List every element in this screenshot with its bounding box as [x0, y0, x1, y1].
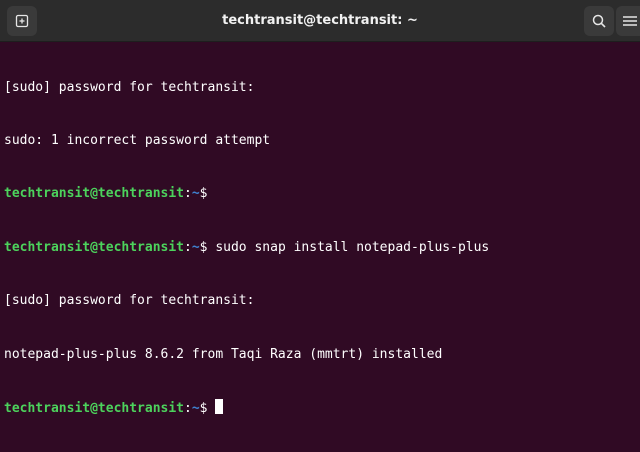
title-bar: techtransit@techtransit: ~ — [0, 0, 640, 42]
prompt-symbol: $ — [199, 400, 208, 416]
prompt-symbol: $ — [199, 239, 208, 255]
prompt-line: techtransit@techtransit:~$ — [4, 185, 640, 203]
prompt-path: ~ — [191, 239, 200, 255]
prompt-user-host: techtransit@techtransit — [4, 400, 185, 416]
output-line: [sudo] password for techtransit: — [4, 293, 255, 309]
search-icon — [592, 14, 606, 28]
output-line: [sudo] password for techtransit: — [4, 79, 255, 95]
prompt-symbol: $ — [199, 186, 208, 202]
prompt-path: ~ — [191, 400, 200, 416]
prompt-user-host: techtransit@techtransit — [4, 239, 185, 255]
prompt-separator: : — [184, 239, 192, 255]
prompt-line: techtransit@techtransit:~$ — [4, 398, 640, 417]
prompt-line: techtransit@techtransit:~$ sudo snap ins… — [4, 239, 640, 257]
menu-button[interactable] — [616, 6, 640, 36]
search-button[interactable] — [584, 6, 614, 36]
prompt-path: ~ — [191, 186, 200, 202]
window-title: techtransit@techtransit: ~ — [222, 13, 418, 28]
text-cursor — [215, 398, 224, 414]
prompt-separator: : — [184, 400, 192, 416]
output-line: notepad-plus-plus 8.6.2 from Taqi Raza (… — [4, 346, 443, 362]
output-line: sudo: 1 incorrect password attempt — [4, 132, 271, 148]
prompt-user-host: techtransit@techtransit — [4, 186, 185, 202]
command-text: sudo snap install notepad-plus-plus — [207, 239, 490, 255]
hamburger-menu-icon — [623, 16, 637, 26]
prompt-separator: : — [184, 186, 192, 202]
command-text — [208, 401, 216, 416]
terminal-output[interactable]: [sudo] password for techtransit: sudo: 1… — [4, 43, 640, 416]
terminal-window: techtransit@techtransit: ~ [sudo] passwo… — [0, 0, 640, 416]
